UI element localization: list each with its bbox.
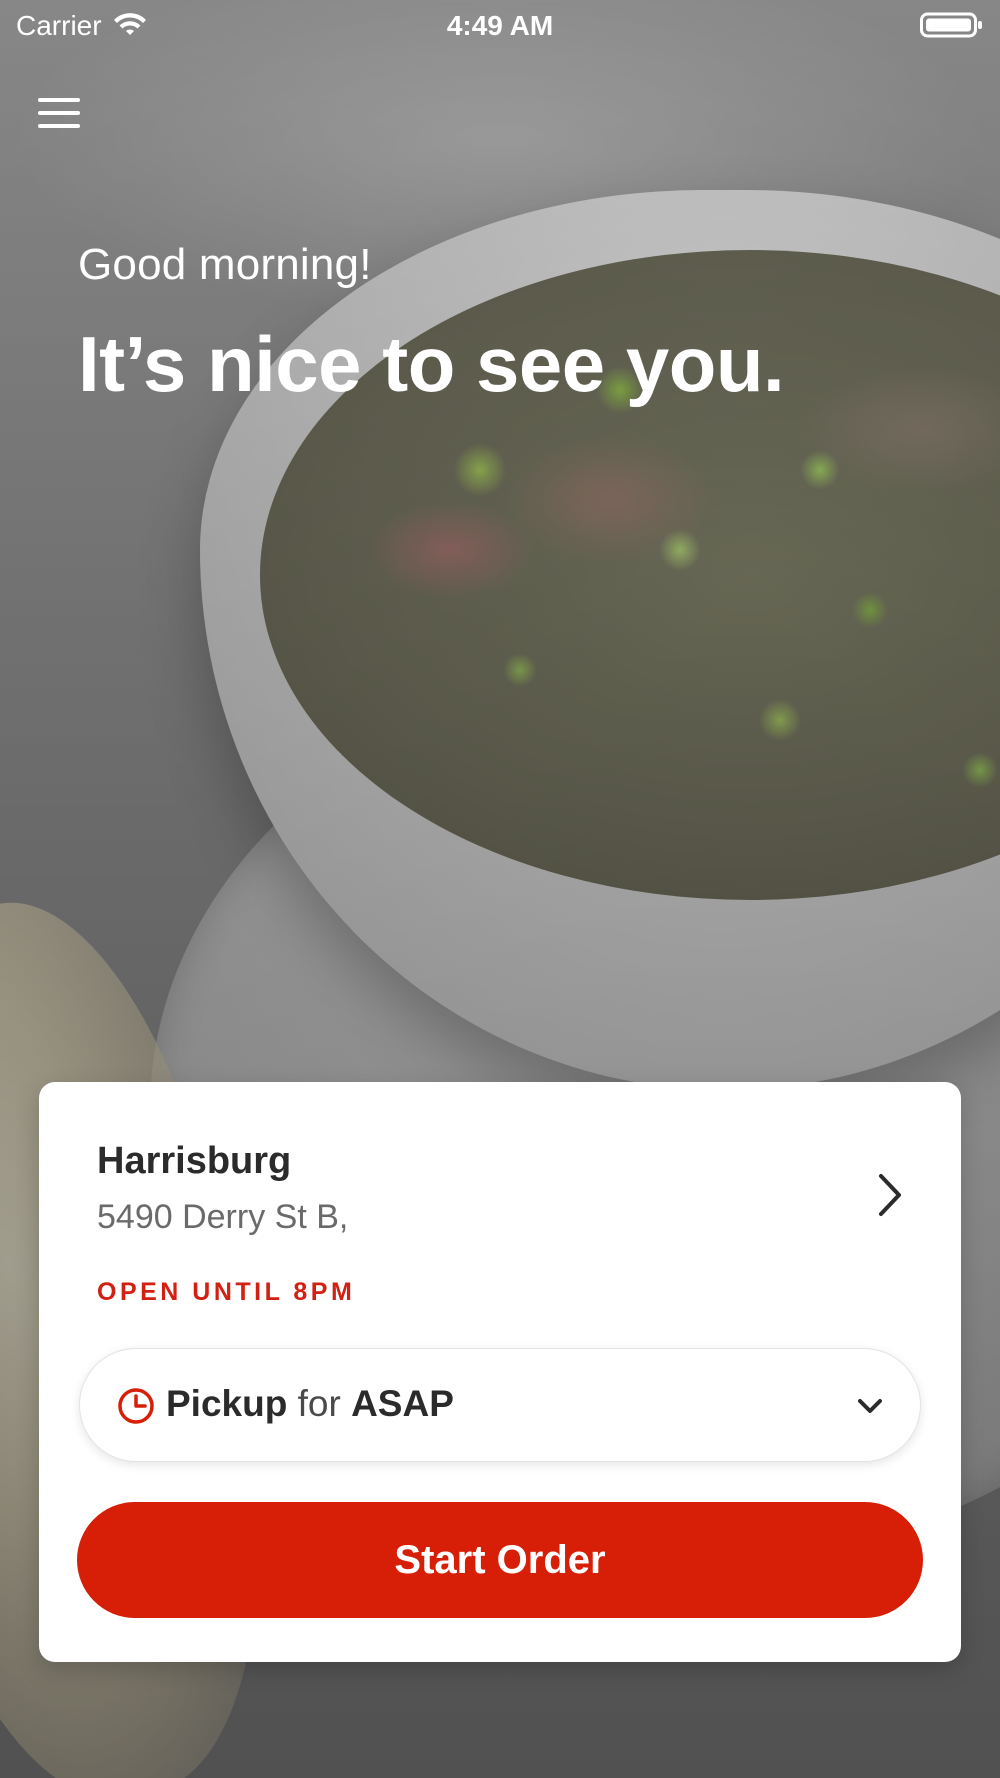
order-mode-label: Pickup [166,1383,288,1424]
battery-icon [920,12,982,38]
order-mode-connector: for [297,1383,341,1424]
chevron-down-icon [858,1399,882,1413]
greeting-text: Good morning! [78,240,372,289]
order-time-label: ASAP [351,1383,454,1424]
order-mode-dropdown[interactable]: Pickup for ASAP [79,1348,921,1462]
location-address: 5490 Derry St B, [97,1198,349,1236]
start-order-button[interactable]: Start Order [77,1502,923,1618]
order-mode-text: Pickup for ASAP [166,1383,454,1425]
chevron-right-icon [879,1174,901,1216]
clock-icon [118,1388,154,1424]
location-name: Harrisburg [97,1140,292,1182]
open-status-badge: OPEN UNTIL 8PM [97,1278,356,1306]
location-selector[interactable]: Harrisburg 5490 Derry St B, [97,1140,907,1300]
location-card: Harrisburg 5490 Derry St B, OPEN UNTIL 8… [39,1082,961,1662]
hamburger-menu-icon[interactable] [34,92,84,134]
clock-time: 4:49 AM [446,10,554,41]
headline-text: It’s nice to see you. [78,320,785,408]
home-screen: Carrier 4:49 AM Good morning! It’s nice … [0,0,1000,1778]
status-bar: Carrier 4:49 AM [0,0,1000,50]
